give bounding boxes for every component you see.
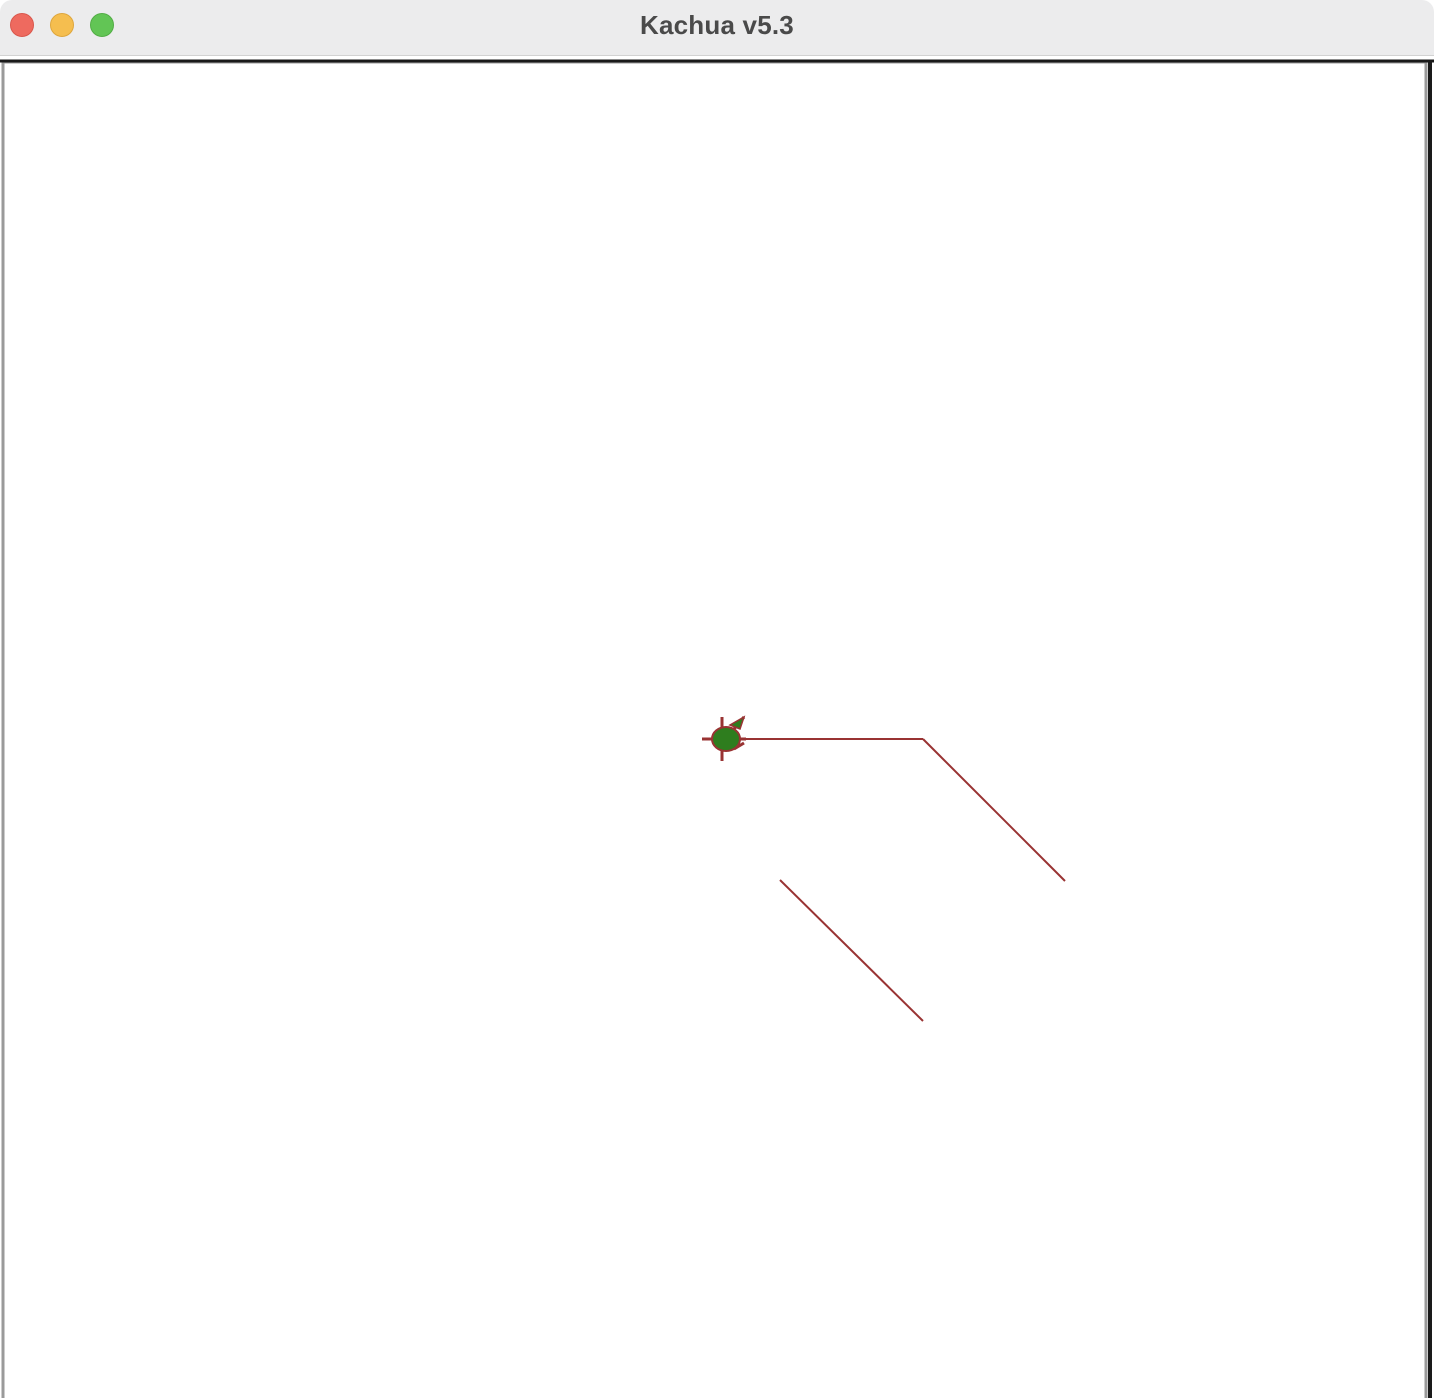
drawing-canvas[interactable] (0, 58, 1434, 1398)
app-window: Kachua v5.3 (0, 0, 1434, 1398)
title-bar[interactable]: Kachua v5.3 (0, 0, 1434, 56)
canvas-svg (0, 59, 1434, 1398)
window-title: Kachua v5.3 (640, 10, 794, 40)
canvas-border (1, 60, 1428, 1398)
